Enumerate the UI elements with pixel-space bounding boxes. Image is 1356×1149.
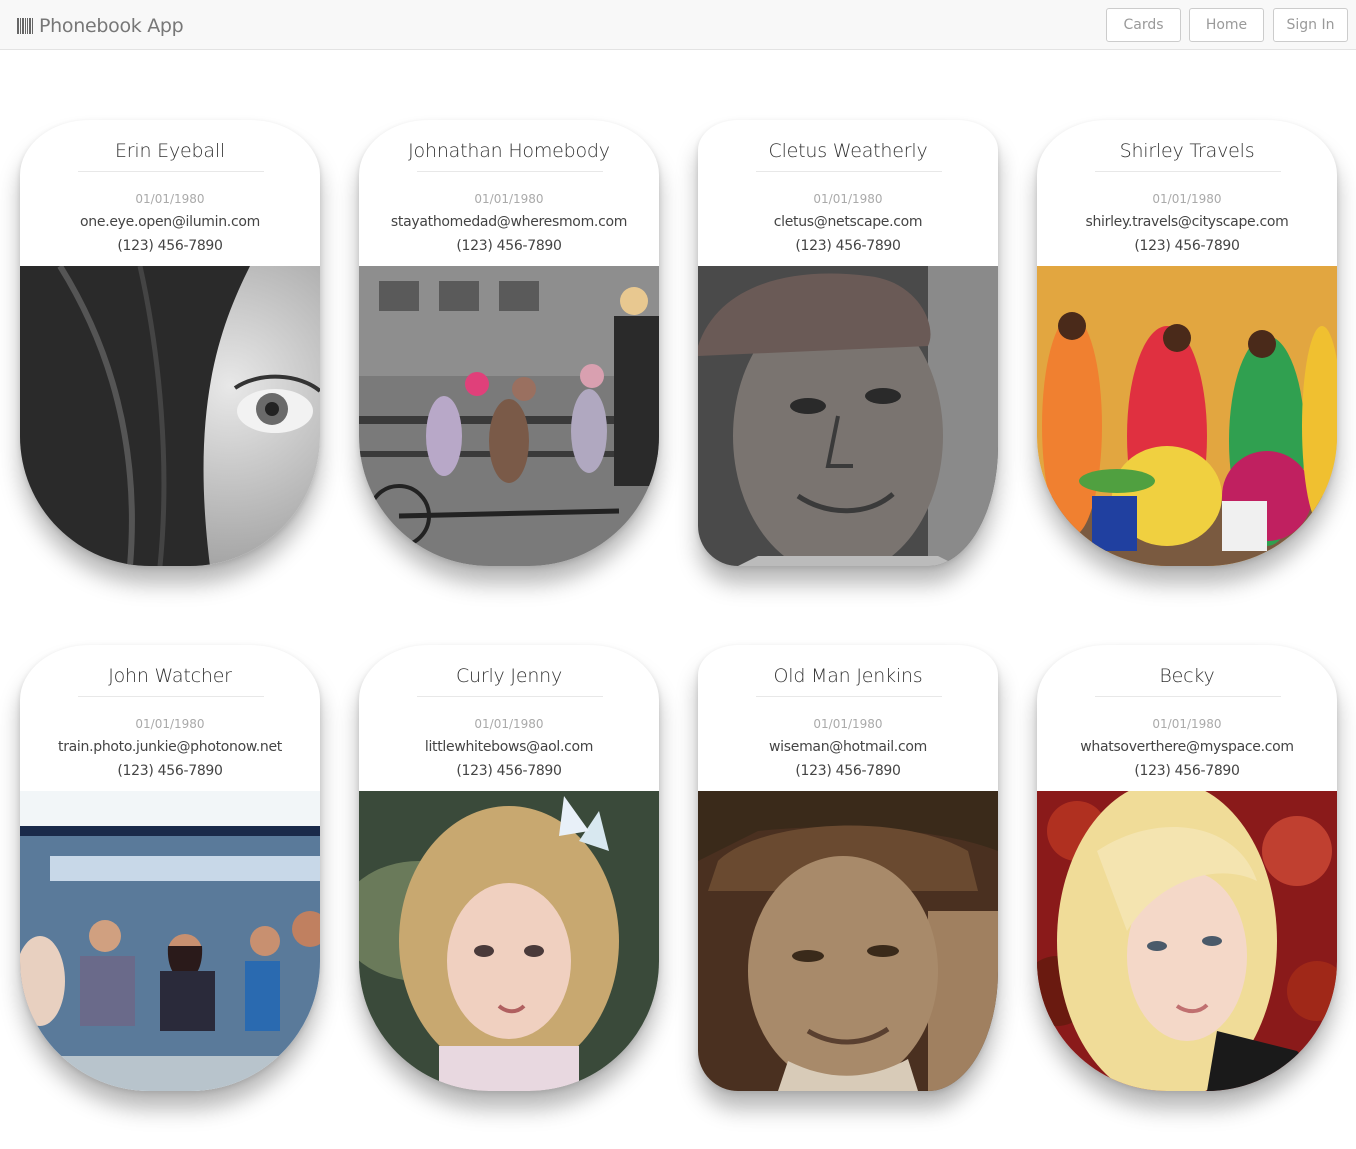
contact-name: Cletus Weatherly <box>768 140 928 162</box>
contact-email: shirley.travels@cityscape.com <box>1085 214 1289 230</box>
contact-email: whatsoverthere@myspace.com <box>1080 739 1294 755</box>
divider <box>756 696 942 697</box>
contact-name: Curly Jenny <box>455 665 563 687</box>
contact-dob: 01/01/1980 <box>474 717 544 731</box>
contact-dob: 01/01/1980 <box>135 192 205 206</box>
contact-photo <box>359 266 659 566</box>
contact-card[interactable]: Erin Eyeball 01/01/1980 one.eye.open@ilu… <box>20 120 320 566</box>
home-button[interactable]: Home <box>1189 8 1264 42</box>
divider <box>1095 696 1281 697</box>
contact-photo <box>698 791 998 1091</box>
contact-phone: (123) 456-7890 <box>795 763 901 779</box>
contact-email: cletus@netscape.com <box>773 214 923 230</box>
contact-email: one.eye.open@ilumin.com <box>80 214 260 230</box>
barcode-icon <box>17 18 33 34</box>
contact-email: stayathomedad@wheresmom.com <box>390 214 628 230</box>
contact-email: train.photo.junkie@photonow.net <box>58 739 282 755</box>
contact-card[interactable]: Old Man Jenkins 01/01/1980 wiseman@hotma… <box>698 645 998 1091</box>
contact-email: wiseman@hotmail.com <box>769 739 927 755</box>
contact-card[interactable]: John Watcher 01/01/1980 train.photo.junk… <box>20 645 320 1091</box>
contact-card[interactable]: Curly Jenny 01/01/1980 littlewhitebows@a… <box>359 645 659 1091</box>
contact-photo <box>698 266 998 566</box>
contact-name: Becky <box>1159 665 1215 687</box>
contact-name: John Watcher <box>108 665 232 687</box>
contact-name: Shirley Travels <box>1119 140 1255 162</box>
contact-photo <box>359 791 659 1091</box>
contact-dob: 01/01/1980 <box>135 717 205 731</box>
contact-card[interactable]: Shirley Travels 01/01/1980 shirley.trave… <box>1037 120 1337 566</box>
brand-link[interactable]: Phonebook App <box>16 14 184 38</box>
divider <box>1095 171 1281 172</box>
contact-dob: 01/01/1980 <box>1152 717 1222 731</box>
divider <box>78 171 264 172</box>
contact-dob: 01/01/1980 <box>813 717 883 731</box>
contact-dob: 01/01/1980 <box>1152 192 1222 206</box>
contact-card[interactable]: Cletus Weatherly 01/01/1980 cletus@netsc… <box>698 120 998 566</box>
contact-name: Old Man Jenkins <box>773 665 923 687</box>
contact-phone: (123) 456-7890 <box>117 238 223 254</box>
contact-card[interactable]: Becky 01/01/1980 whatsoverthere@myspace.… <box>1037 645 1337 1091</box>
divider <box>756 171 942 172</box>
divider <box>417 696 603 697</box>
contact-phone: (123) 456-7890 <box>795 238 901 254</box>
contact-photo <box>20 791 320 1091</box>
contact-name: Johnathan Homebody <box>408 140 610 162</box>
contact-card[interactable]: Johnathan Homebody 01/01/1980 stayathome… <box>359 120 659 566</box>
divider <box>417 171 603 172</box>
brand-title: Phonebook App <box>39 15 184 37</box>
cards-button[interactable]: Cards <box>1106 8 1181 42</box>
contact-phone: (123) 456-7890 <box>456 763 562 779</box>
contact-dob: 01/01/1980 <box>813 192 883 206</box>
contact-phone: (123) 456-7890 <box>1134 763 1240 779</box>
contact-photo <box>1037 266 1337 566</box>
contact-name: Erin Eyeball <box>115 140 225 162</box>
contact-dob: 01/01/1980 <box>474 192 544 206</box>
contact-phone: (123) 456-7890 <box>456 238 562 254</box>
contact-photo <box>1037 791 1337 1091</box>
divider <box>78 696 264 697</box>
navbar: Phonebook App Cards Home Sign In <box>0 0 1356 50</box>
sign-in-button[interactable]: Sign In <box>1273 8 1348 42</box>
contact-phone: (123) 456-7890 <box>1134 238 1240 254</box>
contact-email: littlewhitebows@aol.com <box>424 739 594 755</box>
contact-photo <box>20 266 320 566</box>
contact-phone: (123) 456-7890 <box>117 763 223 779</box>
